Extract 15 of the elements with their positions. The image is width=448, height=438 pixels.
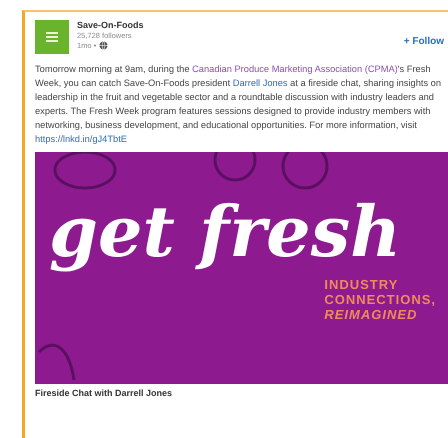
image-caption: Fireside Chat with Darrell Jones bbox=[35, 388, 174, 398]
banner-headline: get fresh bbox=[49, 192, 402, 272]
company-name[interactable]: Save-On-Foods bbox=[77, 20, 392, 30]
follow-button[interactable]: + Follow bbox=[400, 36, 448, 47]
banner-tagline: INDUSTRY bbox=[324, 276, 400, 292]
company-logo[interactable] bbox=[35, 20, 69, 54]
text-link[interactable]: https://lnkd.in/gJ4TbtE bbox=[35, 134, 127, 144]
text-link[interactable]: Association (CPMA) bbox=[314, 64, 398, 74]
post-text: Tomorrow morning at 9am, during the Canadian Produce Marketing Association (CPMA)'s Fresh Week, you can catch Save-On-Foods president Darrell Jones at a fireside chat, sharing insights on leadership in the fruit and vegetable sector and a roundtable discussion with industry leaders and experts. The Fresh Week program features sessions designed to provide industry members with networking, business development, and educational opportunities. For more information, visit https://lnkd.in/gJ4TbtE bbox=[35, 63, 442, 146]
banner-tagline: REIMAGINED bbox=[324, 306, 418, 322]
leaf-doodle-drawing bbox=[38, 344, 76, 380]
globe-icon bbox=[99, 41, 108, 50]
text-link[interactable]: Darrell Jones bbox=[232, 78, 288, 88]
text-link[interactable]: Canadian Produce Marketing bbox=[192, 64, 313, 74]
banner-tagline: CONNECTIONS, bbox=[324, 292, 436, 306]
